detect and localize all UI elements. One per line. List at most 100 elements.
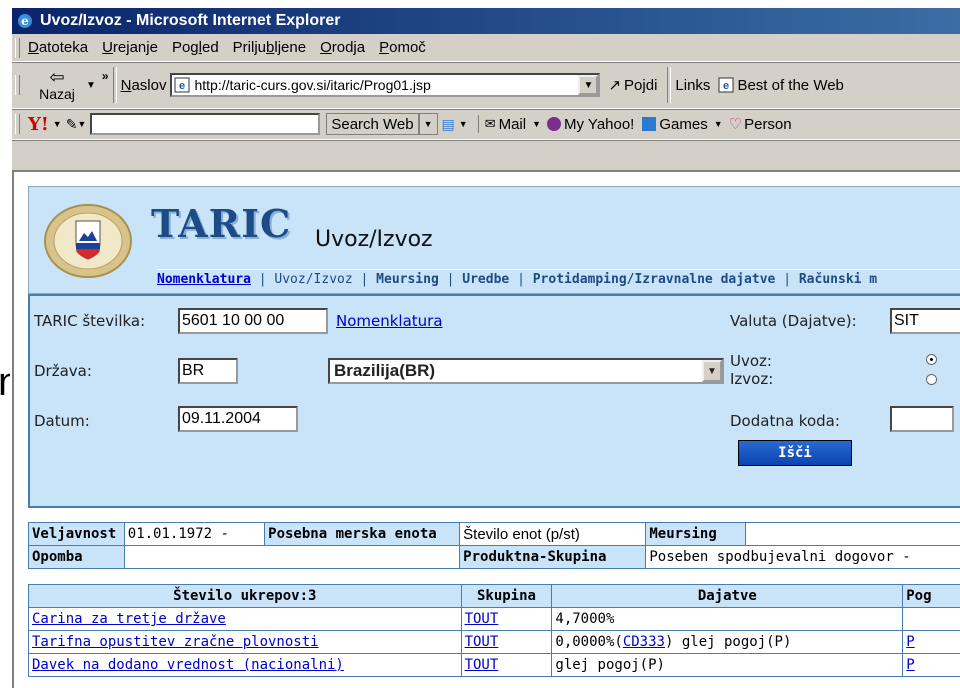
- myyahoo-button[interactable]: My Yahoo!: [564, 116, 634, 133]
- ie-logo-icon: e: [18, 14, 32, 28]
- posebna-label: Posebna merska enota: [264, 522, 461, 546]
- yahoo-search-input[interactable]: [90, 113, 321, 135]
- search-button[interactable]: Išči: [738, 440, 852, 466]
- toolbar-overflow-icon[interactable]: »: [102, 69, 109, 83]
- duty-cell: 4,7000%: [551, 607, 904, 631]
- cond-cell: [902, 607, 960, 631]
- group-link[interactable]: TOUT: [465, 634, 499, 650]
- pogoj-link[interactable]: P: [906, 657, 914, 673]
- pogoj-link[interactable]: P: [906, 634, 914, 650]
- nav-protidamping[interactable]: Protidamping/Izravnalne dajatve: [533, 272, 776, 287]
- izvoz-radio[interactable]: [926, 374, 937, 385]
- page-icon: e: [174, 77, 190, 93]
- header-dajatve: Dajatve: [551, 584, 904, 608]
- header-stevilo-ukrepov: Število ukrepov:3: [28, 584, 462, 608]
- pencil-dropdown-icon[interactable]: ▼: [77, 119, 86, 129]
- title-bar: e Uvoz/Izvoz - Microsoft Internet Explor…: [12, 8, 960, 34]
- mail-dropdown-icon[interactable]: ▼: [532, 119, 541, 129]
- meursing-value: [745, 522, 960, 546]
- search-dropdown-icon[interactable]: ▼: [418, 113, 438, 135]
- mail-button[interactable]: Mail: [499, 116, 527, 133]
- taric-label: TARIC številka:: [34, 312, 146, 330]
- group-link[interactable]: TOUT: [465, 611, 499, 627]
- taric-input[interactable]: 5601 10 00 00: [178, 308, 328, 334]
- menu-priljubljene[interactable]: Priljubljene: [233, 39, 306, 56]
- back-dropdown-icon[interactable]: ▼: [86, 80, 96, 91]
- drzava-code-input[interactable]: BR: [178, 358, 238, 384]
- nav-nomenklatura[interactable]: Nomenklatura: [157, 272, 251, 287]
- results-table: Število ukrepov:3 Skupina Dajatve Pog Ca…: [28, 584, 960, 677]
- go-arrow-icon: ↗: [608, 77, 622, 94]
- nav-meursing[interactable]: Meursing: [376, 272, 439, 287]
- dodatna-input[interactable]: [890, 406, 954, 432]
- menu-bar: Datoteka Urejanje Pogled Priljubljene Or…: [12, 34, 960, 62]
- highlight-dropdown-icon[interactable]: ▼: [459, 119, 468, 129]
- menu-pomoc[interactable]: Pomoč: [379, 39, 426, 56]
- links-label[interactable]: Links: [675, 77, 710, 94]
- menu-pogled[interactable]: Pogled: [172, 39, 219, 56]
- games-dropdown-icon[interactable]: ▼: [714, 119, 723, 129]
- table-row: Carina za tretje države TOUT 4,7000%: [28, 607, 960, 631]
- dodatna-label: Dodatna koda:: [730, 412, 840, 430]
- nav-uvoz-izvoz[interactable]: Uvoz/Izvoz: [274, 272, 352, 287]
- measure-link[interactable]: Tarifna opustitev zračne plovnosti: [32, 634, 319, 650]
- valuta-input[interactable]: SIT: [890, 308, 960, 334]
- table-row: Davek na dodano vrednost (nacionalni) TO…: [28, 653, 960, 677]
- valuta-label: Valuta (Dajatve):: [730, 312, 857, 330]
- veljavnost-label: Veljavnost: [28, 522, 125, 546]
- pencil-icon[interactable]: ✎: [66, 116, 78, 133]
- games-button[interactable]: Games: [659, 116, 707, 133]
- info-table: Veljavnost 01.01.1972 - Posebna merska e…: [28, 522, 960, 569]
- header-pogoj: Pog: [902, 584, 960, 608]
- page-content: TARIC Uvoz/Izvoz Nomenklatura | Uvoz/Izv…: [12, 170, 960, 688]
- info-row: Veljavnost 01.01.1972 - Posebna merska e…: [28, 522, 960, 546]
- produktna-value: Poseben spodbujevalni dogovor -: [645, 545, 960, 569]
- duty-cell: 0,0000%(CD333) glej pogoj(P): [551, 630, 904, 654]
- games-icon: [642, 117, 657, 131]
- yahoo-toolbar: Y! ▼ ✎ ▼ Search Web ▼ ▤ ▼ ✉ Mail ▼ My Ya…: [12, 109, 960, 140]
- drzava-dropdown-icon[interactable]: ▼: [702, 360, 722, 382]
- mail-icon: ✉: [484, 116, 496, 131]
- datum-input[interactable]: 09.11.2004: [178, 406, 298, 432]
- opomba-label: Opomba: [28, 545, 125, 569]
- nav-racunski[interactable]: Računski m: [799, 272, 877, 287]
- uvoz-radio[interactable]: [926, 354, 937, 365]
- nav-uredbe[interactable]: Uredbe: [462, 272, 509, 287]
- link-best-of-web[interactable]: Best of the Web: [737, 77, 843, 94]
- uvoz-label: Uvoz:: [730, 352, 772, 370]
- posebna-value: Število enot (p/st): [459, 522, 647, 546]
- address-dropdown-icon[interactable]: ▼: [578, 75, 599, 95]
- yahoo-logo-icon[interactable]: Y!: [28, 114, 49, 135]
- highlight-icon[interactable]: ▤: [442, 116, 455, 133]
- search-web-button[interactable]: Search Web: [326, 113, 419, 135]
- group-link[interactable]: TOUT: [465, 657, 499, 673]
- measure-link[interactable]: Carina za tretje države: [32, 611, 226, 627]
- personals-icon: ♡: [728, 116, 743, 133]
- nomenklatura-link[interactable]: Nomenklatura: [336, 312, 443, 330]
- go-button[interactable]: ↗ Pojdi: [608, 76, 657, 95]
- menu-urejanje[interactable]: Urejanje: [102, 39, 158, 56]
- menu-orodja[interactable]: Orodja: [320, 39, 365, 56]
- results-header-row: Število ukrepov:3 Skupina Dajatve Pog: [28, 584, 960, 608]
- back-arrow-icon: ⇦: [49, 67, 65, 87]
- personals-button[interactable]: Person: [744, 116, 792, 133]
- address-input[interactable]: e http://taric-curs.gov.si/itaric/Prog01…: [170, 73, 601, 97]
- cd333-link[interactable]: CD333: [623, 634, 665, 650]
- link-page-icon: e: [718, 77, 734, 93]
- produktna-label: Produktna-Skupina: [459, 545, 647, 569]
- measure-link[interactable]: Davek na dodano vrednost (nacionalni): [32, 657, 344, 673]
- menu-datoteka[interactable]: Datoteka: [28, 39, 88, 56]
- back-button[interactable]: ⇦ Nazaj: [28, 68, 86, 102]
- drzava-label: Država:: [34, 362, 92, 380]
- yahoo-dropdown-icon[interactable]: ▼: [53, 119, 62, 129]
- svg-text:e: e: [179, 80, 185, 92]
- table-row: Tarifna opustitev zračne plovnosti TOUT …: [28, 630, 960, 654]
- site-title: TARIC: [151, 201, 292, 246]
- duty-cell: glej pogoj(P): [551, 653, 904, 677]
- drzava-select[interactable]: Brazilija(BR) ▼: [328, 358, 724, 384]
- myyahoo-icon: [547, 117, 562, 131]
- site-header: TARIC Uvoz/Izvoz Nomenklatura | Uvoz/Izv…: [28, 186, 960, 294]
- cond-cell: P: [902, 653, 960, 677]
- svg-text:e: e: [21, 14, 29, 28]
- address-label: Naslov: [120, 76, 167, 94]
